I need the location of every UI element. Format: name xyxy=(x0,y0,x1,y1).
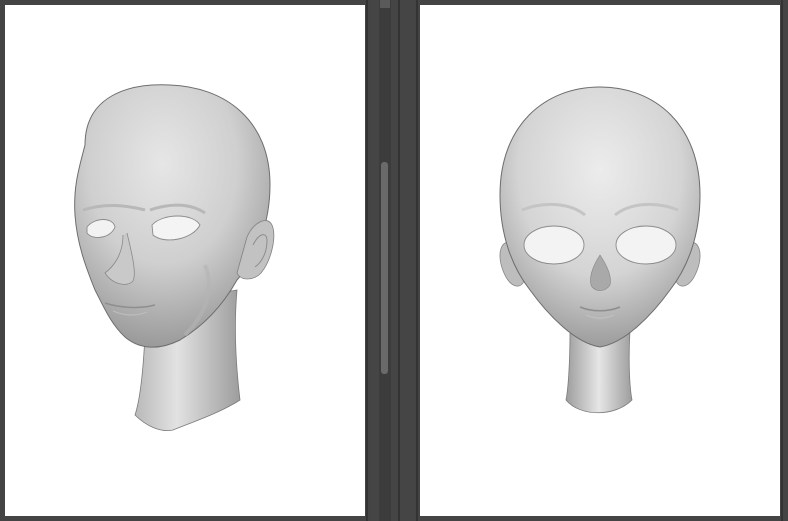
panel-divider xyxy=(398,0,400,521)
panel-divider xyxy=(366,0,368,521)
panel-gutter xyxy=(370,0,415,521)
panel-divider xyxy=(781,0,783,521)
panel-divider xyxy=(416,0,418,521)
head-model-front xyxy=(499,86,701,414)
canvas-left-viewport[interactable] xyxy=(5,5,365,516)
scrollbar-top-cap[interactable] xyxy=(380,0,390,8)
canvas-right-viewport[interactable] xyxy=(420,5,780,516)
vertical-scrollbar-thumb[interactable] xyxy=(381,162,388,374)
head-model-three-quarter xyxy=(74,84,275,432)
